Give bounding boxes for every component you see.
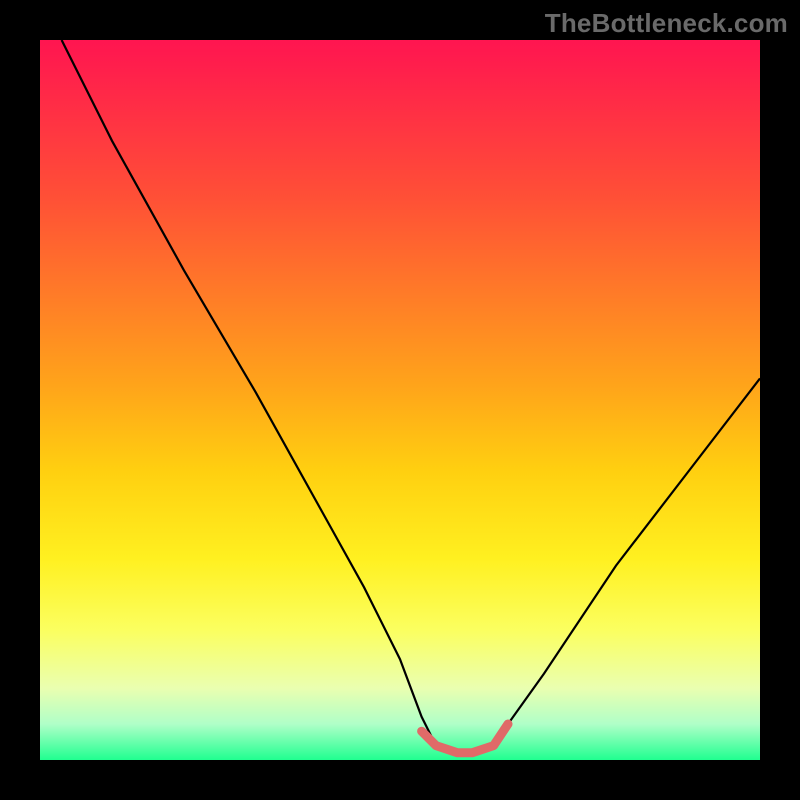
bottleneck-curve-line [62,40,760,753]
watermark-text: TheBottleneck.com [545,8,788,39]
chart-svg [40,40,760,760]
bottom-highlight-line [422,724,508,753]
plot-area [40,40,760,760]
chart-container: TheBottleneck.com [0,0,800,800]
